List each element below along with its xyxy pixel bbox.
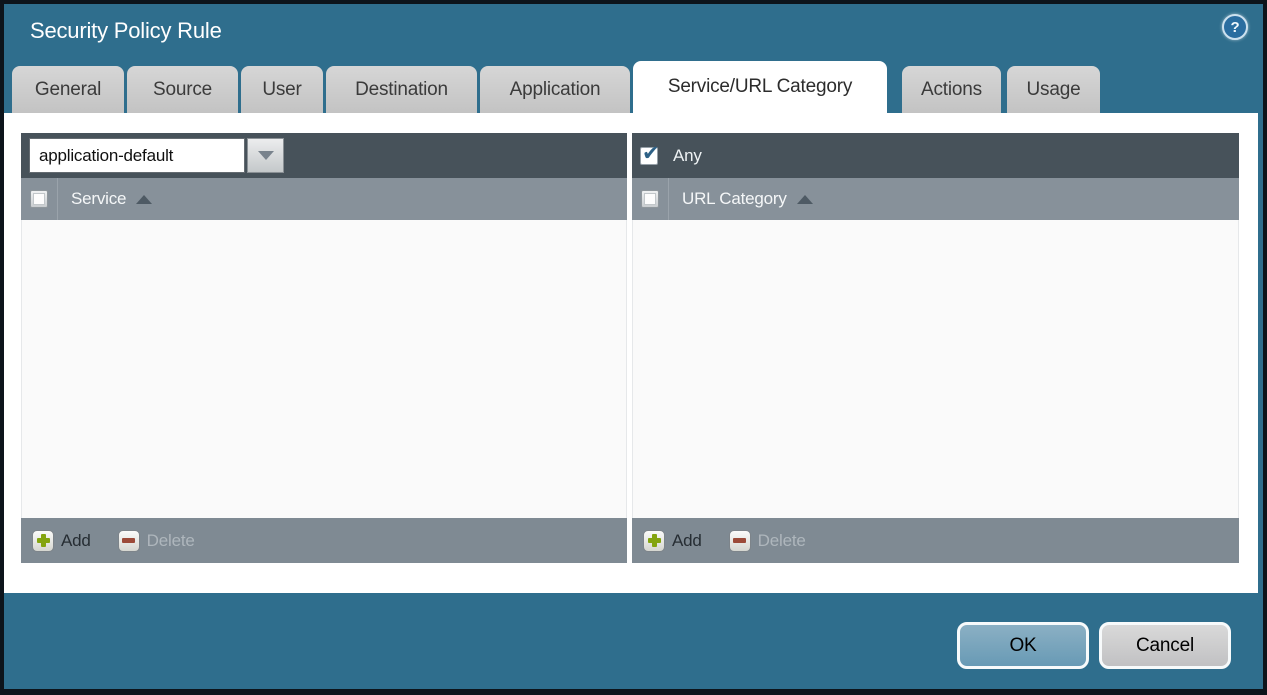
service-add-button[interactable]: Add (32, 530, 91, 552)
plus-icon (643, 530, 665, 552)
tab-destination[interactable]: Destination (326, 66, 477, 113)
ok-button[interactable]: OK (957, 622, 1089, 669)
cancel-button[interactable]: Cancel (1099, 622, 1231, 669)
service-footer: Add Delete (21, 518, 627, 563)
tab-actions[interactable]: Actions (902, 66, 1001, 113)
any-checkbox[interactable] (640, 147, 658, 165)
url-category-toolbar: Any (632, 133, 1239, 178)
service-delete-button[interactable]: Delete (118, 530, 195, 552)
tab-bar: General Source User Destination Applicat… (12, 61, 1103, 113)
url-category-select-all-checkbox[interactable] (641, 190, 659, 208)
url-category-add-button[interactable]: Add (643, 530, 702, 552)
tab-content: application-default Service Add (4, 113, 1258, 593)
service-select-all-cell (21, 178, 58, 220)
plus-icon (32, 530, 54, 552)
url-category-column-header: URL Category (632, 178, 1239, 220)
service-toolbar: application-default (21, 133, 627, 178)
service-column-header: Service (21, 178, 627, 220)
url-category-list[interactable] (632, 220, 1239, 518)
tab-service-url-category[interactable]: Service/URL Category (633, 61, 887, 113)
dialog-title: Security Policy Rule (30, 18, 222, 44)
minus-icon (118, 530, 140, 552)
service-select-all-checkbox[interactable] (30, 190, 48, 208)
tab-usage[interactable]: Usage (1007, 66, 1100, 113)
minus-icon (729, 530, 751, 552)
tab-general[interactable]: General (12, 66, 124, 113)
tab-source[interactable]: Source (127, 66, 238, 113)
sort-ascending-icon[interactable] (136, 195, 152, 204)
any-label: Any (673, 146, 702, 166)
service-type-dropdown[interactable]: application-default (29, 138, 284, 173)
service-column-label[interactable]: Service (71, 189, 126, 209)
chevron-down-icon (258, 151, 274, 160)
service-type-dropdown-value[interactable]: application-default (29, 138, 245, 173)
tab-user[interactable]: User (241, 66, 323, 113)
url-category-select-all-cell (632, 178, 669, 220)
url-category-column-label[interactable]: URL Category (682, 189, 787, 209)
security-policy-rule-dialog: Security Policy Rule ? General Source Us… (0, 0, 1267, 695)
sort-ascending-icon[interactable] (797, 195, 813, 204)
service-list[interactable] (21, 220, 627, 518)
url-category-delete-button[interactable]: Delete (729, 530, 806, 552)
url-category-footer: Add Delete (632, 518, 1239, 563)
tab-application[interactable]: Application (480, 66, 630, 113)
url-category-panel: Any URL Category Add Delete (632, 133, 1239, 563)
dropdown-button[interactable] (247, 138, 284, 173)
help-icon[interactable]: ? (1222, 14, 1248, 40)
help-icon-glyph: ? (1231, 19, 1240, 36)
title-bar: Security Policy Rule ? (4, 4, 1263, 62)
service-panel: application-default Service Add (21, 133, 627, 563)
